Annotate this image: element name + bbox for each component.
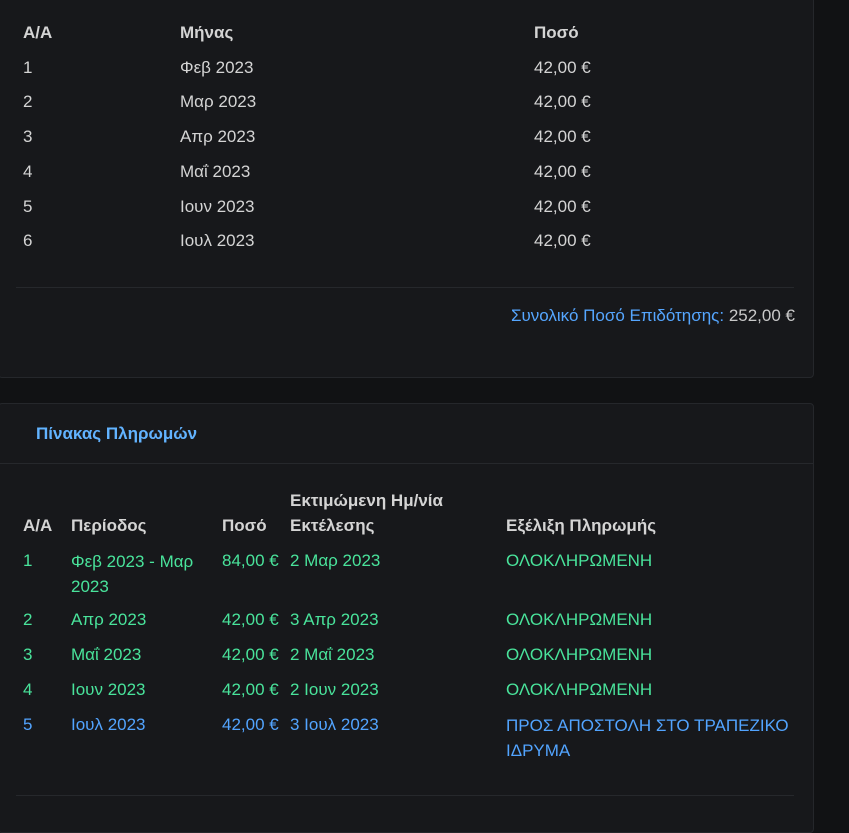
payment-row-status: ΟΛΟΚΛΗΡΩΜΕΝΗ: [506, 680, 653, 699]
table-divider: [16, 287, 794, 288]
payment-row-date: 2 Ιουν 2023: [290, 680, 379, 699]
payment-row-date: 3 Απρ 2023: [290, 610, 379, 629]
table-row-month: Ιουν 2023: [180, 197, 255, 216]
header-aa: Α/Α: [23, 516, 53, 535]
subsidy-total: Συνολικό Ποσό Επιδότησης: 252,00 €: [511, 306, 795, 326]
payment-row-aa: 1: [23, 551, 33, 570]
header-aa: Α/Α: [23, 23, 53, 42]
payment-row-aa: 4: [23, 680, 33, 699]
payment-row-amount: 42,00 €: [222, 610, 279, 629]
table-row-amount: 42,00 €: [534, 58, 591, 77]
payment-row-aa: 5: [23, 715, 33, 734]
payment-row-period: Φεβ 2023 - Μαρ 2023: [71, 552, 194, 596]
table-row-month: Μαΐ 2023: [180, 162, 251, 181]
payments-title: Πίνακας Πληρωμών: [36, 424, 198, 443]
table-row-aa: 2: [23, 92, 33, 111]
payment-row-date: 2 Μαρ 2023: [290, 551, 381, 570]
table-row-month: Ιουλ 2023: [180, 231, 255, 250]
payment-row-status: ΟΛΟΚΛΗΡΩΜΕΝΗ: [506, 551, 653, 570]
header-period: Περίοδος: [71, 516, 147, 535]
payment-row-aa: 2: [23, 610, 33, 629]
payments-title-divider: [0, 463, 813, 464]
payment-row-period: Μαΐ 2023: [71, 645, 142, 664]
table-row-amount: 42,00 €: [534, 127, 591, 146]
table-row-aa: 3: [23, 127, 33, 146]
table-row-aa: 1: [23, 58, 33, 77]
payments-bottom-divider: [16, 795, 794, 796]
table-row-amount: 42,00 €: [534, 162, 591, 181]
payment-row-amount: 42,00 €: [222, 680, 279, 699]
table-row-month: Μαρ 2023: [180, 92, 257, 111]
table-row-aa: 4: [23, 162, 33, 181]
payment-row-amount: 84,00 €: [222, 551, 279, 570]
subsidy-card: Α/Α Μήνας Ποσό 1 Φεβ 2023 42,00 € 2 Μαρ …: [0, 0, 814, 378]
payment-row-date: 3 Ιουλ 2023: [290, 715, 379, 734]
table-row-month: Φεβ 2023: [180, 58, 254, 77]
header-amount: Ποσό: [534, 23, 579, 42]
payment-row-date: 2 Μαΐ 2023: [290, 645, 375, 664]
table-row-month: Απρ 2023: [180, 127, 256, 146]
total-label: Συνολικό Ποσό Επιδότησης:: [510, 306, 725, 325]
payment-row-status: ΠΡΟΣ ΑΠΟΣΤΟΛΗ ΣΤΟ ΤΡΑΠΕΖΙΚΟ ΙΔΡΥΜΑ: [506, 716, 789, 760]
table-row-amount: 42,00 €: [534, 197, 591, 216]
table-row-amount: 42,00 €: [534, 92, 591, 111]
payment-row-period: Απρ 2023: [71, 610, 147, 629]
payment-row-status: ΟΛΟΚΛΗΡΩΜΕΝΗ: [506, 610, 653, 629]
payments-card: Πίνακας Πληρωμών Α/Α Περίοδος Ποσό Εκτιμ…: [0, 403, 814, 833]
table-row-amount: 42,00 €: [534, 231, 591, 250]
header-amount: Ποσό: [222, 516, 267, 535]
table-row-aa: 6: [23, 231, 33, 250]
payment-row-amount: 42,00 €: [222, 715, 279, 734]
table-row-aa: 5: [23, 197, 33, 216]
payment-row-period: Ιουλ 2023: [71, 715, 146, 734]
payment-row-period: Ιουν 2023: [71, 680, 146, 699]
header-month: Μήνας: [180, 23, 234, 42]
payment-row-amount: 42,00 €: [222, 645, 279, 664]
payment-row-status: ΟΛΟΚΛΗΡΩΜΕΝΗ: [506, 645, 653, 664]
header-status: Εξέλιξη Πληρωμής: [506, 516, 657, 535]
total-value: 252,00 €: [728, 306, 795, 325]
header-execution-date: Εκτιμώμενη Ημ/νία Εκτέλεσης: [290, 491, 443, 535]
payment-row-aa: 3: [23, 645, 33, 664]
